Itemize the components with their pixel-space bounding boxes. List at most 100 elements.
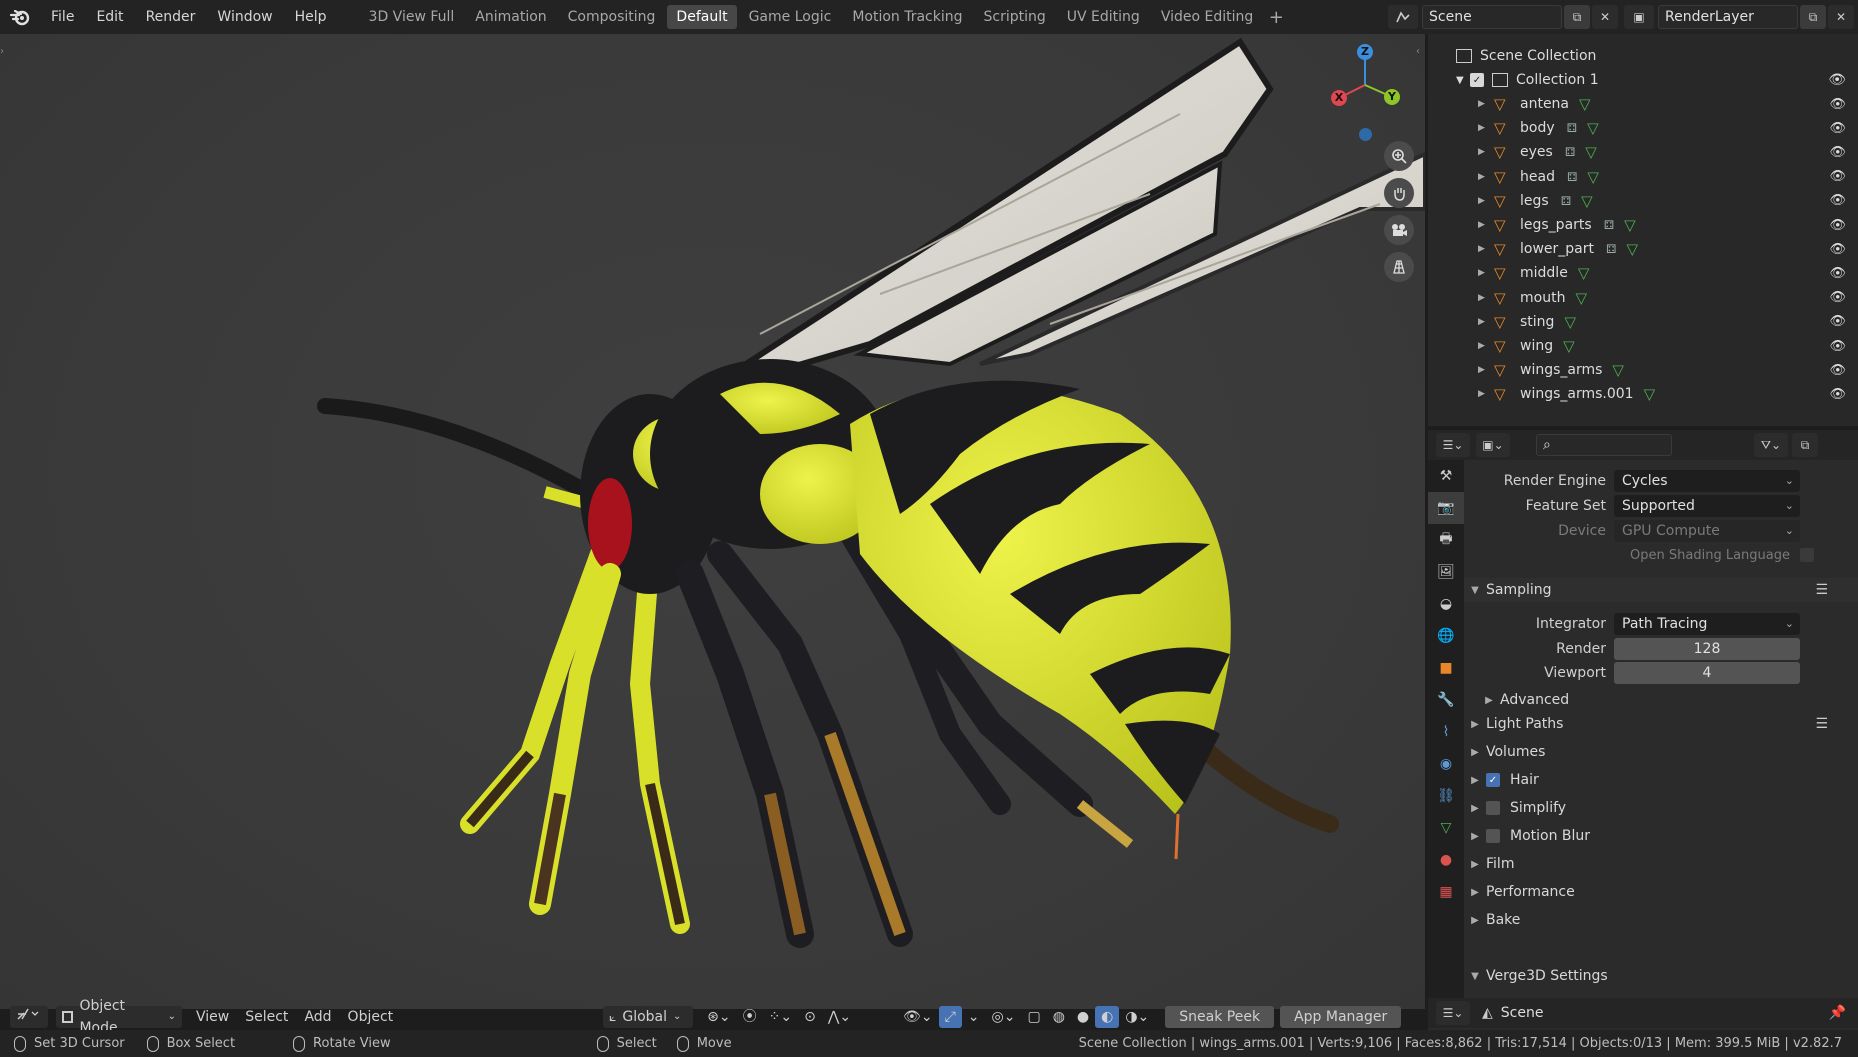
menu-view[interactable]: View xyxy=(190,1006,235,1028)
sneak-peek-button[interactable]: Sneak Peek xyxy=(1165,1006,1275,1028)
view-layer-icon[interactable]: ▣ xyxy=(1624,5,1654,29)
data-tab-icon[interactable]: ▽ xyxy=(1428,812,1464,844)
visibility-icon[interactable]: 👁⌄ xyxy=(897,1006,939,1028)
delete-view-layer-icon[interactable]: ✕ xyxy=(1828,5,1854,29)
menu-object[interactable]: Object xyxy=(342,1006,400,1028)
gizmo-dropdown-icon[interactable]: ⌄ xyxy=(962,1006,986,1028)
render-panel-header[interactable]: ▶ Light Paths ☰ xyxy=(1464,712,1858,736)
outliner-object-row[interactable]: ▶ ▽ mouth ▽ 👁 xyxy=(1428,286,1858,310)
view-layer-tab-icon[interactable]: 🖼 xyxy=(1428,556,1464,588)
view-layer-name-field[interactable]: RenderLayer xyxy=(1658,5,1798,29)
render-panel-header[interactable]: ▶ Motion Blur xyxy=(1464,824,1858,848)
eye-icon[interactable]: 👁 xyxy=(1829,363,1846,378)
menu-window[interactable]: Window xyxy=(206,0,283,34)
delete-scene-icon[interactable]: ✕ xyxy=(1592,5,1618,29)
viewport-samples-field[interactable]: 4 xyxy=(1614,662,1800,684)
xray-icon[interactable]: ▢ xyxy=(1021,1006,1046,1028)
outliner-object-row[interactable]: ▶ ▽ sting ▽ 👁 xyxy=(1428,310,1858,334)
pan-hand-icon[interactable] xyxy=(1384,178,1414,208)
panel-checkbox[interactable] xyxy=(1486,801,1500,815)
outliner-object-row[interactable]: ▶ ▽ wing ▽ 👁 xyxy=(1428,334,1858,358)
presets-list-icon[interactable]: ☰ xyxy=(1815,716,1828,732)
outliner-object-row[interactable]: ▶ ▽ antena ▽ 👁 xyxy=(1428,92,1858,116)
expand-arrow-icon[interactable]: ▶ xyxy=(1478,268,1494,278)
gizmo-toggle-icon[interactable]: ⤢ xyxy=(938,1006,962,1028)
outliner-object-row[interactable]: ▶ ▽ wings_arms ▽ 👁 xyxy=(1428,358,1858,382)
eye-icon[interactable]: 👁 xyxy=(1829,97,1846,112)
tab-game-logic[interactable]: Game Logic xyxy=(740,5,841,29)
eye-icon[interactable]: 👁 xyxy=(1829,290,1846,305)
scene-name-field[interactable]: Scene xyxy=(1422,5,1562,29)
osl-checkbox[interactable] xyxy=(1800,548,1814,562)
eye-icon[interactable]: 👁 xyxy=(1829,242,1846,257)
material-tab-icon[interactable]: ● xyxy=(1428,844,1464,876)
filter-icon[interactable]: ⛛⌄ xyxy=(1754,433,1788,457)
eye-icon[interactable]: 👁 xyxy=(1829,193,1846,208)
render-panel-header[interactable]: ▶ Volumes xyxy=(1464,740,1858,764)
integrator-dropdown[interactable]: Path Tracing ⌄ xyxy=(1614,613,1800,635)
tab-motion-tracking[interactable]: Motion Tracking xyxy=(843,5,971,29)
object-tab-icon[interactable]: ■ xyxy=(1428,652,1464,684)
proportional-edit-icon[interactable]: ⊙ xyxy=(798,1006,822,1028)
advanced-subpanel-header[interactable]: ▶ Advanced xyxy=(1464,688,1858,712)
collection-row[interactable]: ▼ ✓ Collection 1 👁 xyxy=(1428,68,1858,92)
modifier-tab-icon[interactable]: 🔧 xyxy=(1428,684,1464,716)
output-tab-icon[interactable]: 🖶 xyxy=(1428,524,1464,556)
axis-neg-z-icon[interactable] xyxy=(1359,128,1372,141)
overlays-icon[interactable]: ◎⌄ xyxy=(986,1006,1022,1028)
solid-shading-icon[interactable]: ● xyxy=(1071,1006,1095,1028)
device-dropdown[interactable]: GPU Compute ⌄ xyxy=(1614,520,1800,542)
pivot-point-icon[interactable]: ⊛⌄ xyxy=(701,1006,736,1028)
expand-arrow-icon[interactable]: ▶ xyxy=(1478,244,1494,254)
panel-checkbox[interactable]: ✓ xyxy=(1486,773,1500,787)
scene-collection-row[interactable]: Scene Collection xyxy=(1428,44,1858,68)
scene-tab-icon[interactable]: ◒ xyxy=(1428,588,1464,620)
constraints-tab-icon[interactable]: ⛓ xyxy=(1428,780,1464,812)
tab-3d-view-full[interactable]: 3D View Full xyxy=(360,5,464,29)
material-shading-icon[interactable]: ◐ xyxy=(1095,1006,1120,1028)
render-samples-field[interactable]: 128 xyxy=(1614,638,1800,660)
new-scene-icon[interactable]: ⧉ xyxy=(1564,5,1590,29)
outliner-display-mode-icon[interactable]: ☰⌄ xyxy=(1436,433,1470,457)
perspective-grid-icon[interactable] xyxy=(1384,252,1414,282)
feature-set-dropdown[interactable]: Supported ⌄ xyxy=(1614,495,1800,517)
scene-icon[interactable] xyxy=(1388,5,1418,29)
render-panel-header[interactable]: ▶ Bake xyxy=(1464,908,1858,932)
tab-scripting[interactable]: Scripting xyxy=(975,5,1055,29)
expand-arrow-icon[interactable]: ▶ xyxy=(1478,196,1494,206)
falloff-icon[interactable]: ⋀⌄ xyxy=(822,1006,857,1028)
menu-add[interactable]: Add xyxy=(298,1006,337,1028)
menu-select[interactable]: Select xyxy=(239,1006,294,1028)
blender-logo-icon[interactable] xyxy=(0,0,40,34)
expand-arrow-icon[interactable]: ▼ xyxy=(1456,75,1470,86)
outliner-object-row[interactable]: ▶ ▽ middle ▽ 👁 xyxy=(1428,261,1858,285)
axis-x-icon[interactable]: X xyxy=(1331,90,1347,106)
render-panel-header[interactable]: ▶ Simplify xyxy=(1464,796,1858,820)
render-panel-header[interactable]: ▶ Performance xyxy=(1464,880,1858,904)
axis-y-icon[interactable]: Y xyxy=(1384,89,1400,105)
tool-tab-icon[interactable]: ⚒ xyxy=(1428,460,1464,492)
outliner-object-row[interactable]: ▶ ▽ legs_parts ⚃ ▽ 👁 xyxy=(1428,213,1858,237)
filter-view-icon[interactable]: ▣⌄ xyxy=(1476,433,1510,457)
sampling-panel-header[interactable]: ▼ Sampling ☰ xyxy=(1464,578,1858,602)
left-edge-arrow-icon[interactable]: › xyxy=(0,46,4,57)
eye-icon[interactable]: 👁 xyxy=(1829,145,1846,160)
snap-icon[interactable]: ⦿ xyxy=(737,1006,763,1028)
zoom-icon[interactable] xyxy=(1384,141,1414,171)
object-mode-dropdown[interactable]: Object Mode ⌄ xyxy=(56,998,182,1036)
outliner-object-row[interactable]: ▶ ▽ body ⚃ ▽ 👁 xyxy=(1428,116,1858,140)
3d-viewport[interactable]: Z X Y › ‹ xyxy=(0,34,1425,1009)
panel-checkbox[interactable] xyxy=(1486,829,1500,843)
expand-arrow-icon[interactable]: ▶ xyxy=(1478,99,1494,109)
collection-checkbox[interactable]: ✓ xyxy=(1470,73,1484,87)
eye-icon[interactable]: 👁 xyxy=(1829,387,1846,402)
eye-icon[interactable]: 👁 xyxy=(1829,169,1846,184)
eye-icon[interactable]: 👁 xyxy=(1829,218,1846,233)
particles-tab-icon[interactable]: ⌇ xyxy=(1428,716,1464,748)
navigation-gizmo[interactable]: Z X Y xyxy=(1325,40,1405,141)
expand-arrow-icon[interactable]: ▶ xyxy=(1478,389,1494,399)
right-edge-arrow-icon[interactable]: ‹ xyxy=(1416,46,1420,57)
eye-icon[interactable]: 👁 xyxy=(1828,72,1846,88)
add-workspace-button[interactable]: + xyxy=(1265,7,1287,28)
expand-arrow-icon[interactable]: ▶ xyxy=(1478,293,1494,303)
